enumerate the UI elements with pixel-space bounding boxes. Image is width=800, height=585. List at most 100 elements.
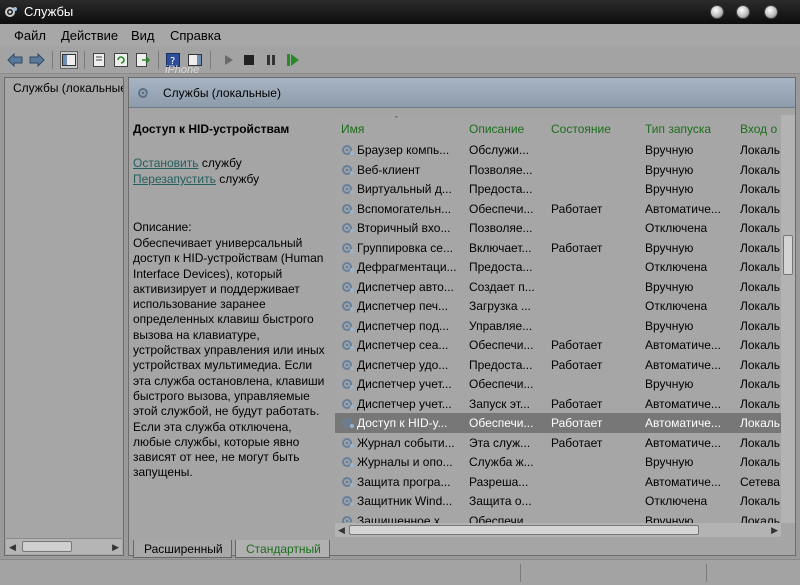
scroll-thumb[interactable] [783, 235, 793, 275]
scroll-thumb[interactable] [22, 541, 72, 552]
properties-icon[interactable] [90, 51, 108, 69]
service-gear-icon [342, 262, 354, 272]
minimize-button[interactable] [710, 5, 724, 19]
service-status: Работает [551, 416, 603, 430]
restart-service-link[interactable]: Перезапустить [133, 172, 216, 186]
service-status: Работает [551, 240, 603, 255]
service-name: Веб-клиент [357, 162, 421, 177]
service-name: Диспетчер авто... [357, 279, 454, 294]
maximize-button[interactable] [736, 5, 750, 19]
service-startup-type: Отключена [645, 299, 708, 313]
service-gear-icon [342, 418, 354, 428]
service-row[interactable]: Диспетчер печ... Загрузка ... Отключена Лок… [335, 296, 795, 316]
service-status: Работает [551, 201, 603, 216]
service-row[interactable]: Диспетчер удо... Предоста... Работает Автом… [335, 355, 795, 375]
column-header-description[interactable]: Описание [469, 122, 524, 136]
list-vertical-scrollbar[interactable] [781, 115, 795, 523]
service-row[interactable]: Журнал событи... Эта служ... Работает Автом… [335, 433, 795, 453]
forward-arrow-icon[interactable] [28, 51, 46, 69]
tree-horizontal-scrollbar[interactable]: ◀ ▶ [6, 538, 122, 554]
scroll-left-icon[interactable]: ◀ [338, 525, 345, 536]
start-service-icon[interactable] [220, 51, 238, 69]
services-gear-icon [5, 7, 17, 17]
service-startup-type: Автоматиче... [645, 416, 721, 430]
service-startup-type: Отключена [645, 221, 708, 235]
service-description-cell: Обеспечи... [469, 416, 534, 430]
service-startup-type: Отключена [645, 494, 708, 508]
service-row[interactable]: Защита програ... Разреша... Автоматиче... С… [335, 472, 795, 492]
service-description-cell: Обеспечи... [469, 201, 534, 216]
service-name: Доступ к HID-у... [357, 416, 448, 430]
service-row[interactable]: Браузер компь... Обслужи... Вручную Локаль [335, 140, 795, 160]
sort-indicator-icon: ˆ [395, 115, 398, 125]
services-gear-icon [138, 88, 151, 98]
tab-extended[interactable]: Расширенный [133, 540, 232, 558]
service-row[interactable]: Журналы и опо... Служба ж... Вручную Локаль [335, 452, 795, 472]
menu-view[interactable]: Вид [131, 28, 155, 43]
service-row[interactable]: Вспомогательн... Обеспечи... Работает Автом… [335, 199, 795, 219]
export-list-icon[interactable] [134, 51, 152, 69]
stop-service-link[interactable]: Остановить [133, 156, 199, 170]
stop-service-icon[interactable] [240, 51, 258, 69]
scroll-left-icon[interactable]: ◀ [9, 542, 16, 553]
service-description-cell: Разреша... [469, 474, 529, 489]
pause-service-icon[interactable] [262, 51, 280, 69]
pane-header: Службы (локальные) [129, 78, 795, 108]
service-row[interactable]: Диспетчер учет... Запуск эт... Работает Авт… [335, 394, 795, 414]
service-row[interactable]: Диспетчер под... Управляе... Вручную Локаль [335, 316, 795, 336]
service-description-cell: Позволяе... [469, 221, 533, 235]
service-row[interactable]: Виртуальный д... Предоста... Вручную Локаль [335, 179, 795, 199]
menu-action[interactable]: Действие [61, 28, 118, 43]
tree-item-services[interactable]: Службы (локальные) [9, 81, 123, 95]
service-row[interactable]: Дефрагментаци... Предоста... Отключена Лока… [335, 257, 795, 277]
menu-file[interactable]: Файл [14, 28, 46, 43]
service-row[interactable]: Защитник Wind... Защита о... Отключена Лока… [335, 491, 795, 511]
restart-service-icon[interactable] [284, 51, 302, 69]
service-description-cell: Защита о... [469, 494, 532, 508]
scroll-right-icon[interactable]: ▶ [771, 525, 778, 536]
tree-item-label: Службы (локальные) [13, 81, 123, 95]
service-row[interactable]: Вторичный вхо... Позволяе... Отключена Лока… [335, 218, 795, 238]
tab-standard[interactable]: Стандартный [235, 540, 330, 558]
service-row[interactable]: Диспетчер сеа... Обеспечи... Работает Автом… [335, 335, 795, 355]
service-name: Виртуальный д... [357, 182, 452, 196]
service-name: Диспетчер сеа... [357, 338, 449, 352]
service-row[interactable]: Диспетчер учет... Обеспечи... Вручную Локал… [335, 374, 795, 394]
service-startup-type: Автоматиче... [645, 435, 721, 450]
service-row[interactable]: Группировка се... Включает... Работает Вруч… [335, 238, 795, 258]
description-label: Описание: [133, 220, 192, 234]
column-header-status[interactable]: Состояние [551, 122, 611, 136]
service-gear-icon [342, 281, 354, 292]
service-gear-icon [342, 223, 354, 233]
service-name: Защита програ... [357, 474, 451, 489]
service-status: Работает [551, 396, 603, 411]
pane-title: Службы (локальные) [163, 86, 281, 100]
column-header-log-on-as[interactable]: Вход о [740, 122, 777, 136]
service-row[interactable]: Защищенное х... Обеспечи... Вручную Локаль [335, 511, 795, 523]
service-row[interactable]: Доступ к HID-у... Обеспечи... Работает Авто… [335, 413, 795, 433]
back-arrow-icon[interactable] [6, 51, 24, 69]
column-header-name[interactable]: Имя [341, 122, 364, 136]
close-button[interactable] [764, 5, 778, 19]
service-description-cell: Позволяе... [469, 162, 533, 177]
service-row[interactable]: Диспетчер авто... Создает п... Вручную Лока… [335, 277, 795, 297]
services-list: Имя Описание Состояние Тип запуска Вход … [335, 115, 795, 523]
selected-service-name: Доступ к HID-устройствам [133, 122, 290, 136]
service-row[interactable]: Веб-клиент Позволяе... Вручную Локаль [335, 160, 795, 180]
service-startup-type: Вручную [645, 143, 694, 157]
column-header-startup-type[interactable]: Тип запуска [645, 122, 711, 136]
scroll-thumb[interactable] [349, 525, 699, 535]
status-bar [0, 559, 800, 585]
service-status: Работает [551, 338, 603, 352]
service-gear-icon [342, 301, 354, 311]
scroll-right-icon[interactable]: ▶ [112, 542, 119, 553]
service-name: Диспетчер учет... [357, 396, 452, 411]
show-tree-icon[interactable] [60, 51, 78, 69]
refresh-icon[interactable] [112, 51, 130, 69]
service-startup-type: Автоматиче... [645, 474, 721, 489]
service-description-cell: Обеспечи... [469, 377, 534, 391]
service-description-cell: Предоста... [469, 260, 533, 274]
window-title: Службы [24, 4, 74, 19]
list-horizontal-scrollbar[interactable]: ◀ ▶ [335, 523, 781, 537]
menu-help[interactable]: Справка [170, 28, 221, 43]
